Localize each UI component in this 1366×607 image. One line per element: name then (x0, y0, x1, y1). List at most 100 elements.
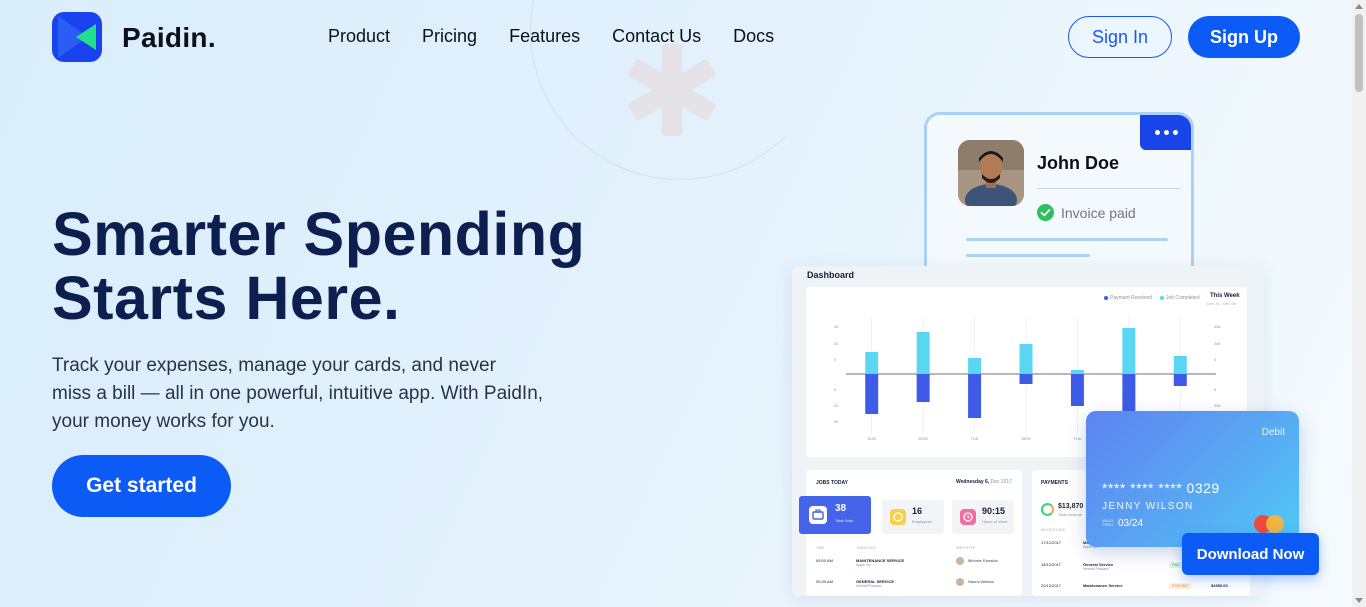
chart-bar (1173, 374, 1187, 386)
scroll-down-arrow-icon[interactable] (1355, 598, 1363, 603)
invoice-status: Invoice paid (1061, 205, 1136, 221)
chart-y-tick: 40 (834, 324, 839, 329)
chart-bar (968, 374, 982, 418)
sign-up-button[interactable]: Sign Up (1188, 16, 1300, 58)
avatar (958, 140, 1024, 206)
chart-x-tick: SUN (867, 436, 876, 441)
status-badge: PAID (1169, 562, 1183, 568)
stat-hours[interactable]: 90:15 Hours of Work (952, 500, 1014, 534)
stat-label: Total Jobs (835, 518, 854, 523)
stat-value: 38 (835, 503, 847, 514)
stat-label: Employees (912, 519, 932, 524)
nav-contact-us[interactable]: Contact Us (612, 26, 701, 47)
chart-legend: Payment Received Job Completed (1104, 295, 1200, 301)
chart-x-tick: MON (918, 436, 927, 441)
chart-y-tick-right: 20k (1214, 403, 1220, 408)
stat-employees[interactable]: 16 Employees (882, 500, 944, 534)
hero-subtitle: Track your expenses, manage your cards, … (52, 352, 582, 436)
chart-x-tick: THU (1073, 436, 1081, 441)
nav-docs[interactable]: Docs (733, 26, 774, 47)
stat-value: 90:15 (982, 506, 1006, 516)
scroll-thumb[interactable] (1355, 14, 1363, 92)
briefcase-icon (809, 506, 827, 524)
download-now-button[interactable]: Download Now (1182, 533, 1319, 575)
payments-title: PAYMENTS (1041, 480, 1068, 486)
chart-bar (1122, 374, 1136, 414)
chart-bar (968, 358, 982, 374)
chart-bar (916, 374, 930, 402)
chart-x-tick: TUE (971, 436, 979, 441)
chart-y-tick: 0 (834, 357, 837, 362)
chart-bar (1122, 328, 1136, 374)
chart-bar (865, 374, 879, 414)
hero-title: Smarter Spending Starts Here. (52, 202, 585, 330)
chart-bar (1019, 344, 1033, 374)
dashboard-title: Dashboard (807, 270, 855, 280)
valid-thru-label: VALID THRU (1102, 518, 1114, 527)
hero-subtitle-line: Track your expenses, manage your cards, … (52, 355, 496, 376)
chart-bar (1070, 374, 1084, 406)
card-number: **** **** **** 0329 (1102, 480, 1220, 496)
card-holder: JENNY WILSON (1102, 501, 1194, 512)
period-range: Dec 31 - Dec 06 (1207, 301, 1236, 306)
chart-bar (1019, 374, 1033, 384)
jobs-title: JOBS TODAY (816, 480, 848, 486)
more-options-button[interactable] (1140, 115, 1191, 150)
nav-pricing[interactable]: Pricing (422, 26, 477, 47)
sign-in-button[interactable]: Sign In (1068, 16, 1172, 58)
chart-x-tick: WED (1021, 436, 1030, 441)
profile-card: John Doe Invoice paid (924, 112, 1194, 282)
nav-product[interactable]: Product (328, 26, 390, 47)
get-started-button[interactable]: Get started (52, 455, 231, 517)
hero-subtitle-line: your money works for you. (52, 411, 275, 432)
stat-value: 16 (912, 506, 923, 516)
chart-y-tick: 40 (834, 419, 839, 424)
main-nav: Product Pricing Features Contact Us Docs (328, 26, 774, 47)
chart-bar (865, 352, 879, 374)
chart-y-tick-right: 0 (1214, 357, 1217, 362)
payments-table-header: INVOICE DATE (1041, 528, 1066, 532)
chart-bar (916, 332, 930, 374)
debit-card: Debit **** **** **** 0329 JENNY WILSON V… (1086, 411, 1299, 547)
mastercard-icon (1254, 515, 1288, 533)
revenue-ring-icon (1041, 503, 1054, 516)
legend-item: Payment Received (1104, 295, 1152, 301)
jobs-panel: JOBS TODAY Wednesday 6, Dec 2017 38 Tota… (799, 470, 1022, 596)
nav-features[interactable]: Features (509, 26, 580, 47)
chart-y-tick: 0 (834, 387, 837, 392)
page-scrollbar[interactable] (1352, 0, 1366, 607)
avatar (956, 578, 964, 586)
chart-bar (1173, 356, 1187, 374)
check-circle-icon (1037, 204, 1054, 221)
asterisk-decoration-icon (628, 44, 716, 136)
chart-y-tick: 20 (834, 403, 839, 408)
stat-label: Hours of Work (982, 519, 1008, 524)
legend-item: Job Completed (1159, 295, 1200, 301)
chart-y-tick: 20 (834, 341, 839, 346)
chart-y-tick-right: 40k (1214, 324, 1220, 329)
jobs-date: Wednesday 6, Dec 2017 (955, 479, 1012, 485)
chart-bar (1070, 370, 1084, 374)
hero-title-line: Starts Here. (52, 264, 401, 332)
divider (1037, 188, 1181, 189)
avatar (956, 557, 964, 565)
hero-subtitle-line: miss a bill — all in one powerful, intui… (52, 383, 544, 404)
placeholder-line (966, 254, 1090, 257)
status-badge: PENDING (1169, 583, 1191, 589)
chart-y-tick-right: 0 (1214, 387, 1217, 392)
card-expiry: 03/24 (1118, 518, 1144, 529)
chart-y-tick-right: 20k (1214, 341, 1220, 346)
user-icon (890, 509, 906, 525)
logo-icon[interactable] (52, 12, 102, 62)
placeholder-line (966, 238, 1168, 241)
brand-name[interactable]: Paidin. (122, 22, 216, 54)
payments-total-label: Total revenue (1058, 512, 1083, 517)
period-select[interactable]: This Week (1210, 293, 1240, 299)
card-type: Debit (1261, 427, 1285, 438)
clock-icon (960, 509, 976, 525)
stat-total-jobs[interactable]: 38 Total Jobs (799, 496, 871, 534)
scroll-up-arrow-icon[interactable] (1355, 4, 1363, 9)
payments-total: $13,870 (1058, 503, 1084, 510)
hero-title-line: Smarter Spending (52, 200, 586, 268)
profile-name: John Doe (1037, 153, 1120, 173)
